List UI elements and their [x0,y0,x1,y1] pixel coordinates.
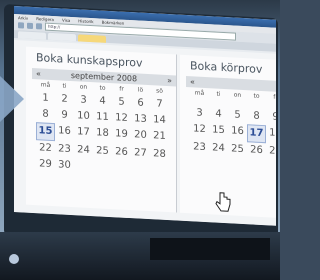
calendar-day[interactable]: 7 [150,96,169,113]
calendar-day[interactable]: 3 [74,92,93,109]
calendar-day [209,156,228,173]
calendar-day[interactable]: 12 [112,110,131,127]
calendar-day[interactable]: 13 [131,111,150,128]
selected-day[interactable]: 17 [247,124,266,144]
calendar-day[interactable]: 9 [55,107,74,124]
menu-item[interactable]: Historik [78,18,93,24]
carousel-dot[interactable] [9,254,19,264]
calendar-day[interactable]: 22 [36,140,55,157]
menu-item[interactable]: Visa [62,17,70,22]
calendar-day [112,160,131,177]
calendar-day[interactable]: 18 [93,125,112,142]
calendar-day[interactable]: 29 [36,156,55,173]
calendar-day[interactable]: 8 [247,108,266,125]
page-content: Boka kunskapsprov « september 2008 » må t… [14,40,276,226]
monitor-screen: Arkiv Redigera Visa Historik Bokmärken h… [14,6,276,226]
calendar-day[interactable]: 30 [55,157,74,174]
monitor-stand [150,238,270,260]
selected-day[interactable]: 15 [36,122,55,142]
calendar-day[interactable]: 11 [93,109,112,126]
calendar-day[interactable]: 14 [150,112,169,129]
calendar-day[interactable]: 29 [266,143,276,160]
photo-scene: Arkiv Redigera Visa Historik Bokmärken h… [0,0,280,280]
calendar-day[interactable]: 21 [150,128,169,145]
calendar-day [190,155,209,172]
calendar-day[interactable]: 5 [112,94,131,111]
prev-month-button[interactable]: « [36,69,41,78]
reload-button[interactable] [36,23,42,30]
calendar-day[interactable]: 26 [247,142,266,159]
forward-button[interactable] [27,22,33,29]
calendar-day [131,161,150,178]
calendar-day[interactable]: 28 [150,146,169,163]
calendar-day[interactable]: 1 [36,90,55,107]
calendar-day[interactable]: 17 [74,124,93,141]
browser-tab[interactable] [18,31,46,40]
calendar-day[interactable]: 5 [228,107,247,124]
calendar-day[interactable]: 25 [228,141,247,158]
month-label: september 2008 [70,70,138,84]
hand-pointer-icon [215,192,231,212]
browser-tab[interactable] [48,32,76,42]
prev-month-button[interactable]: « [190,77,195,86]
calendar-day[interactable]: 4 [209,106,228,123]
calendar-day [150,162,169,179]
weekday-header: to [253,92,260,100]
arrow-right-icon [0,76,24,122]
knowledge-test-calendar: Boka kunskapsprov « september 2008 » må t… [26,46,177,213]
calendar-day[interactable]: 2 [55,91,74,108]
calendar-day[interactable]: 23 [55,141,74,158]
calendar-day[interactable]: 4 [93,93,112,110]
calendar-day[interactable]: 16 [55,123,74,140]
calendar-title: Boka körprov [190,59,263,77]
calendar-day[interactable]: 23 [190,139,209,156]
back-button[interactable] [18,22,24,29]
calendar-day[interactable]: 12 [190,121,209,138]
calendar-title: Boka kunskapsprov [36,51,143,70]
calendar-day[interactable]: 26 [112,144,131,161]
calendar-day[interactable]: 25 [93,143,112,160]
calendar-day [74,158,93,175]
calendar-day[interactable]: 6 [131,95,150,112]
calendar-grid: må ti on to fr lö sö 1 2 3 4 5 6 7 8 9 10 11 12 13 14 15 16 17 1… [36,81,176,179]
calendar-day [93,159,112,176]
calendar-day[interactable]: 16 [228,123,247,140]
calendar-grid: måtiontofr123458910111215161718192223242… [190,89,276,176]
calendar-day[interactable]: 24 [74,142,93,159]
calendar-day[interactable]: 27 [131,145,150,162]
calendar-day[interactable]: 9 [266,109,276,126]
calendar-day[interactable]: 24 [209,140,228,157]
menu-item[interactable]: Arkiv [18,15,28,21]
calendar-day[interactable]: 18 [266,125,276,142]
weekday-header: on [233,91,242,99]
calendar-day[interactable]: 10 [74,108,93,125]
calendar-day[interactable]: 8 [36,106,55,123]
weekday-header: må [194,89,205,97]
calendar-day[interactable]: 19 [112,126,131,143]
menu-item[interactable]: Redigera [36,16,54,22]
next-month-button[interactable]: » [167,76,172,85]
browser-tab-active[interactable] [78,34,106,43]
calendar-day[interactable]: 3 [190,105,209,122]
weekday-header: ti [216,90,221,98]
calendar-day[interactable]: 15 [209,122,228,139]
weekday-header: fr [273,93,276,101]
calendar-day[interactable]: 20 [131,127,150,144]
